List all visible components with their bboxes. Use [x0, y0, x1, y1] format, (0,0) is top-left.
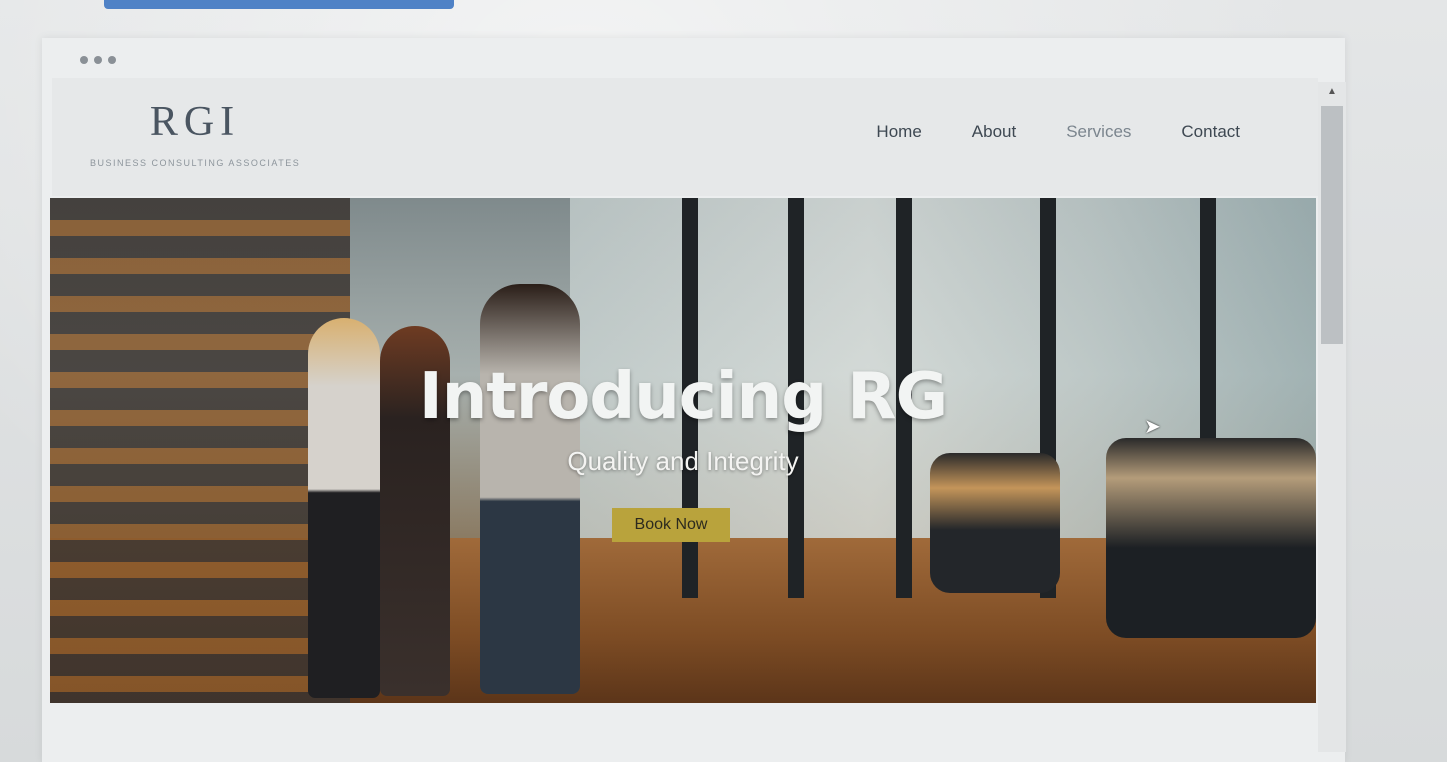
scrollbar[interactable]: ▲	[1318, 82, 1346, 752]
hero-subtitle: Quality and Integrity	[567, 446, 799, 476]
site-logo[interactable]: RGI BUSINESS CONSULTING ASSOCIATES	[90, 100, 300, 168]
site-header: RGI BUSINESS CONSULTING ASSOCIATES Home …	[52, 78, 1318, 196]
scrollbar-thumb[interactable]	[1321, 106, 1343, 344]
nav-contact[interactable]: Contact	[1181, 122, 1240, 142]
taskbar-accent	[104, 0, 454, 9]
nav-home[interactable]: Home	[876, 122, 921, 142]
logo-tagline: BUSINESS CONSULTING ASSOCIATES	[90, 158, 301, 168]
logo-mark: RGI	[149, 99, 241, 145]
window-menu-dots[interactable]	[80, 56, 116, 64]
hero-section: Introducing RG Quality and Integrity Boo…	[50, 198, 1316, 703]
browser-window: RGI BUSINESS CONSULTING ASSOCIATES Home …	[42, 38, 1346, 762]
book-now-button[interactable]: Book Now	[612, 508, 730, 542]
mouse-cursor-icon: ➤	[1144, 416, 1161, 438]
dot-icon	[80, 56, 88, 64]
hero-title: Introducing RG	[418, 360, 948, 434]
main-nav: Home About Services Contact	[876, 122, 1240, 142]
dot-icon	[108, 56, 116, 64]
scroll-up-icon[interactable]: ▲	[1327, 86, 1337, 97]
dot-icon	[94, 56, 102, 64]
nav-about[interactable]: About	[972, 122, 1016, 142]
hero-person	[480, 284, 580, 694]
nav-services[interactable]: Services	[1066, 122, 1131, 142]
